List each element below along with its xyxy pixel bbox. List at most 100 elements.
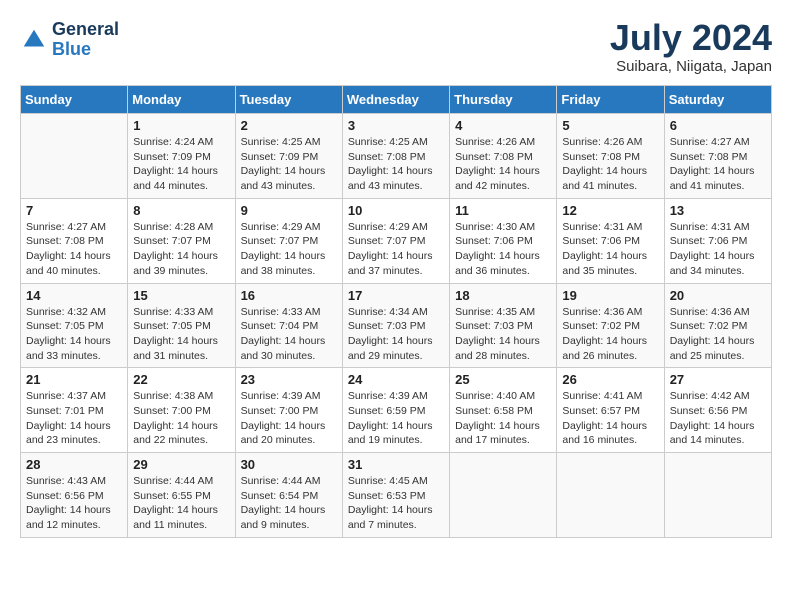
calendar-day-cell: 24Sunrise: 4:39 AM Sunset: 6:59 PM Dayli… bbox=[342, 368, 449, 453]
calendar-day-cell: 22 Sunrise: 4:38 AM Sunset: 7:00 PM Dayli… bbox=[128, 368, 235, 453]
calendar-day-cell: 20 Sunrise: 4:36 AM Sunset: 7:02 PM Dayli… bbox=[664, 283, 771, 368]
day-info: Sunrise: 4:26 AM Sunset: 7:08 PM Dayligh… bbox=[455, 135, 551, 194]
day-info: Sunrise: 4:29 AM Sunset: 7:07 PM Dayligh… bbox=[348, 220, 444, 279]
day-number: 13 bbox=[670, 203, 766, 218]
calendar-week-row: 14 Sunrise: 4:32 AM Sunset: 7:05 PM Dayli… bbox=[21, 283, 772, 368]
calendar-day-cell: 10 Sunrise: 4:29 AM Sunset: 7:07 PM Dayli… bbox=[342, 198, 449, 283]
day-info: Sunrise: 4:44 AM Sunset: 6:55 PM Dayligh… bbox=[133, 474, 229, 533]
calendar-day-cell: 27Sunrise: 4:42 AM Sunset: 6:56 PM Dayli… bbox=[664, 368, 771, 453]
day-info: Sunrise: 4:34 AM Sunset: 7:03 PM Dayligh… bbox=[348, 305, 444, 364]
logo-general: General bbox=[52, 19, 119, 39]
day-number: 3 bbox=[348, 118, 444, 133]
day-number: 1 bbox=[133, 118, 229, 133]
day-info: Sunrise: 4:27 AM Sunset: 7:08 PM Dayligh… bbox=[26, 220, 122, 279]
day-number: 19 bbox=[562, 288, 658, 303]
day-number: 18 bbox=[455, 288, 551, 303]
logo-text: General Blue bbox=[52, 20, 119, 60]
day-info: Sunrise: 4:36 AM Sunset: 7:02 PM Dayligh… bbox=[562, 305, 658, 364]
day-number: 11 bbox=[455, 203, 551, 218]
logo-blue: Blue bbox=[52, 39, 91, 59]
calendar-day-cell: 4Sunrise: 4:26 AM Sunset: 7:08 PM Daylig… bbox=[450, 114, 557, 199]
day-of-week-header: Thursday bbox=[450, 86, 557, 114]
day-of-week-header: Friday bbox=[557, 86, 664, 114]
day-info: Sunrise: 4:29 AM Sunset: 7:07 PM Dayligh… bbox=[241, 220, 337, 279]
day-info: Sunrise: 4:39 AM Sunset: 6:59 PM Dayligh… bbox=[348, 389, 444, 448]
calendar-day-cell: 12 Sunrise: 4:31 AM Sunset: 7:06 PM Dayli… bbox=[557, 198, 664, 283]
calendar-day-cell bbox=[21, 114, 128, 199]
day-of-week-header: Tuesday bbox=[235, 86, 342, 114]
day-info: Sunrise: 4:35 AM Sunset: 7:03 PM Dayligh… bbox=[455, 305, 551, 364]
day-number: 30 bbox=[241, 457, 337, 472]
calendar-header-row: SundayMondayTuesdayWednesdayThursdayFrid… bbox=[21, 86, 772, 114]
day-info: Sunrise: 4:27 AM Sunset: 7:08 PM Dayligh… bbox=[670, 135, 766, 194]
day-number: 20 bbox=[670, 288, 766, 303]
day-info: Sunrise: 4:43 AM Sunset: 6:56 PM Dayligh… bbox=[26, 474, 122, 533]
calendar-day-cell: 9Sunrise: 4:29 AM Sunset: 7:07 PM Daylig… bbox=[235, 198, 342, 283]
day-info: Sunrise: 4:39 AM Sunset: 7:00 PM Dayligh… bbox=[241, 389, 337, 448]
day-number: 25 bbox=[455, 372, 551, 387]
day-number: 22 bbox=[133, 372, 229, 387]
calendar-day-cell: 6 Sunrise: 4:27 AM Sunset: 7:08 PM Daylig… bbox=[664, 114, 771, 199]
day-number: 14 bbox=[26, 288, 122, 303]
calendar-day-cell: 23 Sunrise: 4:39 AM Sunset: 7:00 PM Dayli… bbox=[235, 368, 342, 453]
day-info: Sunrise: 4:37 AM Sunset: 7:01 PM Dayligh… bbox=[26, 389, 122, 448]
day-number: 26 bbox=[562, 372, 658, 387]
day-number: 17 bbox=[348, 288, 444, 303]
day-number: 28 bbox=[26, 457, 122, 472]
calendar-day-cell: 31Sunrise: 4:45 AM Sunset: 6:53 PM Dayli… bbox=[342, 453, 449, 538]
calendar-day-cell: 21Sunrise: 4:37 AM Sunset: 7:01 PM Dayli… bbox=[21, 368, 128, 453]
calendar-day-cell: 2Sunrise: 4:25 AM Sunset: 7:09 PM Daylig… bbox=[235, 114, 342, 199]
day-number: 8 bbox=[133, 203, 229, 218]
calendar-week-row: 7 Sunrise: 4:27 AM Sunset: 7:08 PM Daylig… bbox=[21, 198, 772, 283]
calendar-day-cell: 25 Sunrise: 4:40 AM Sunset: 6:58 PM Dayli… bbox=[450, 368, 557, 453]
calendar-day-cell: 16 Sunrise: 4:33 AM Sunset: 7:04 PM Dayli… bbox=[235, 283, 342, 368]
calendar-day-cell: 1Sunrise: 4:24 AM Sunset: 7:09 PM Daylig… bbox=[128, 114, 235, 199]
day-info: Sunrise: 4:41 AM Sunset: 6:57 PM Dayligh… bbox=[562, 389, 658, 448]
calendar-day-cell bbox=[664, 453, 771, 538]
calendar-week-row: 1Sunrise: 4:24 AM Sunset: 7:09 PM Daylig… bbox=[21, 114, 772, 199]
day-info: Sunrise: 4:40 AM Sunset: 6:58 PM Dayligh… bbox=[455, 389, 551, 448]
day-number: 7 bbox=[26, 203, 122, 218]
day-number: 10 bbox=[348, 203, 444, 218]
day-info: Sunrise: 4:38 AM Sunset: 7:00 PM Dayligh… bbox=[133, 389, 229, 448]
title-section: July 2024 Suibara, Niigata, Japan bbox=[610, 20, 772, 75]
calendar-day-cell: 19 Sunrise: 4:36 AM Sunset: 7:02 PM Dayli… bbox=[557, 283, 664, 368]
calendar-day-cell: 8 Sunrise: 4:28 AM Sunset: 7:07 PM Daylig… bbox=[128, 198, 235, 283]
calendar-day-cell bbox=[450, 453, 557, 538]
day-of-week-header: Sunday bbox=[21, 86, 128, 114]
day-info: Sunrise: 4:33 AM Sunset: 7:05 PM Dayligh… bbox=[133, 305, 229, 364]
day-number: 23 bbox=[241, 372, 337, 387]
day-info: Sunrise: 4:30 AM Sunset: 7:06 PM Dayligh… bbox=[455, 220, 551, 279]
month-title: July 2024 bbox=[610, 20, 772, 56]
day-info: Sunrise: 4:28 AM Sunset: 7:07 PM Dayligh… bbox=[133, 220, 229, 279]
calendar-day-cell: 3 Sunrise: 4:25 AM Sunset: 7:08 PM Daylig… bbox=[342, 114, 449, 199]
calendar-day-cell: 26 Sunrise: 4:41 AM Sunset: 6:57 PM Dayli… bbox=[557, 368, 664, 453]
day-of-week-header: Saturday bbox=[664, 86, 771, 114]
calendar-day-cell: 14 Sunrise: 4:32 AM Sunset: 7:05 PM Dayli… bbox=[21, 283, 128, 368]
logo-icon bbox=[20, 26, 48, 54]
day-info: Sunrise: 4:31 AM Sunset: 7:06 PM Dayligh… bbox=[670, 220, 766, 279]
day-number: 29 bbox=[133, 457, 229, 472]
location: Suibara, Niigata, Japan bbox=[610, 58, 772, 75]
day-info: Sunrise: 4:32 AM Sunset: 7:05 PM Dayligh… bbox=[26, 305, 122, 364]
day-number: 12 bbox=[562, 203, 658, 218]
calendar-day-cell: 15 Sunrise: 4:33 AM Sunset: 7:05 PM Dayli… bbox=[128, 283, 235, 368]
day-info: Sunrise: 4:33 AM Sunset: 7:04 PM Dayligh… bbox=[241, 305, 337, 364]
calendar-day-cell: 5 Sunrise: 4:26 AM Sunset: 7:08 PM Daylig… bbox=[557, 114, 664, 199]
calendar-day-cell: 30 Sunrise: 4:44 AM Sunset: 6:54 PM Dayli… bbox=[235, 453, 342, 538]
day-number: 31 bbox=[348, 457, 444, 472]
calendar-week-row: 21Sunrise: 4:37 AM Sunset: 7:01 PM Dayli… bbox=[21, 368, 772, 453]
calendar-week-row: 28 Sunrise: 4:43 AM Sunset: 6:56 PM Dayli… bbox=[21, 453, 772, 538]
day-info: Sunrise: 4:26 AM Sunset: 7:08 PM Dayligh… bbox=[562, 135, 658, 194]
day-of-week-header: Monday bbox=[128, 86, 235, 114]
day-info: Sunrise: 4:44 AM Sunset: 6:54 PM Dayligh… bbox=[241, 474, 337, 533]
day-number: 16 bbox=[241, 288, 337, 303]
page-header: General Blue July 2024 Suibara, Niigata,… bbox=[20, 20, 772, 75]
day-info: Sunrise: 4:25 AM Sunset: 7:08 PM Dayligh… bbox=[348, 135, 444, 194]
calendar-day-cell: 29 Sunrise: 4:44 AM Sunset: 6:55 PM Dayli… bbox=[128, 453, 235, 538]
day-info: Sunrise: 4:36 AM Sunset: 7:02 PM Dayligh… bbox=[670, 305, 766, 364]
day-number: 6 bbox=[670, 118, 766, 133]
day-number: 5 bbox=[562, 118, 658, 133]
day-info: Sunrise: 4:31 AM Sunset: 7:06 PM Dayligh… bbox=[562, 220, 658, 279]
day-number: 15 bbox=[133, 288, 229, 303]
